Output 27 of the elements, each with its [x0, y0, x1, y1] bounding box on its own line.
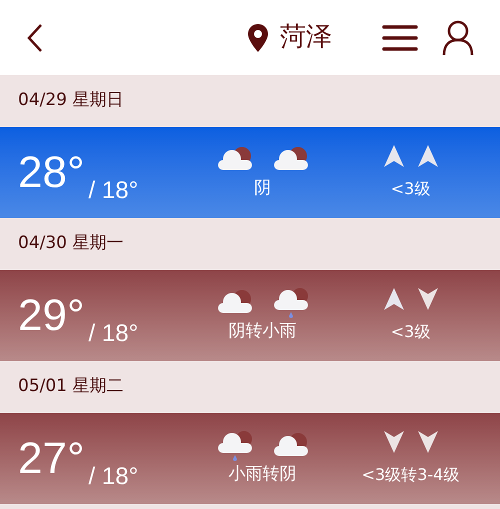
low-temperature: / 18°: [88, 322, 138, 346]
up-arrow-icon: [418, 144, 438, 166]
wind-level: <3级: [390, 320, 430, 342]
condition-text: 阴转小雨: [228, 320, 296, 343]
date-label: 05/01 星期二: [18, 375, 124, 398]
city-name: 菏泽: [280, 21, 332, 54]
up-arrow-icon: [384, 288, 404, 310]
low-temperature: / 18°: [88, 178, 138, 202]
high-temperature: 29°: [18, 294, 85, 338]
down-arrow-icon: [384, 430, 404, 452]
rain-cloud-icon: [272, 286, 310, 319]
up-arrow-icon: [384, 144, 404, 166]
wind-level: <3级转3-4级: [362, 464, 460, 486]
wind-level: <3级: [390, 178, 430, 200]
down-arrow-icon: [418, 430, 438, 452]
down-arrow-icon: [418, 288, 438, 310]
date-label: 04/29 星期日: [18, 89, 124, 112]
condition-text: 小雨转阴: [228, 462, 296, 486]
high-temperature: 28°: [18, 150, 85, 194]
low-temperature: / 18°: [88, 464, 138, 488]
location-pin-icon: [248, 24, 268, 52]
menu-button[interactable]: [382, 22, 418, 52]
high-temperature: 27°: [18, 436, 85, 480]
condition-text: 阴: [254, 176, 271, 200]
profile-button[interactable]: [442, 20, 474, 56]
date-label: 04/30 星期一: [18, 232, 124, 256]
rain-cloud-icon: [216, 430, 254, 462]
